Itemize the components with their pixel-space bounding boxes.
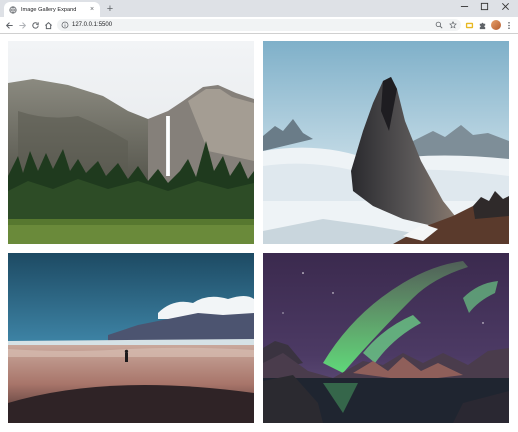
gallery-image-beach[interactable] bbox=[8, 253, 254, 423]
aurora-photo bbox=[263, 253, 509, 423]
minimize-button[interactable] bbox=[454, 0, 474, 12]
back-arrow-icon bbox=[5, 21, 13, 29]
zoom-icon[interactable] bbox=[435, 21, 443, 29]
tab-strip: Image Gallery Expand × + bbox=[0, 0, 518, 17]
gallery-image-aurora[interactable] bbox=[263, 253, 509, 423]
tab-close-button[interactable]: × bbox=[87, 6, 97, 13]
url-input[interactable] bbox=[72, 20, 272, 30]
gallery-image-rock-spire[interactable] bbox=[263, 41, 509, 244]
extension-icon[interactable] bbox=[465, 21, 474, 30]
forward-button[interactable] bbox=[17, 20, 27, 30]
tab-title: Image Gallery Expand bbox=[21, 6, 77, 13]
maximize-icon bbox=[480, 2, 488, 10]
close-window-button[interactable] bbox=[495, 0, 515, 12]
site-info-icon[interactable] bbox=[61, 21, 69, 29]
home-button[interactable] bbox=[43, 20, 53, 30]
bookmark-star-icon[interactable] bbox=[449, 21, 457, 29]
kebab-menu-icon[interactable] bbox=[506, 21, 512, 30]
home-icon bbox=[44, 21, 52, 29]
maximize-button[interactable] bbox=[474, 0, 494, 12]
new-tab-button[interactable]: + bbox=[104, 3, 116, 15]
reload-icon bbox=[31, 21, 39, 29]
back-button[interactable] bbox=[4, 20, 14, 30]
reload-button[interactable] bbox=[30, 20, 40, 30]
globe-favicon-icon bbox=[9, 5, 17, 14]
beach-photo bbox=[8, 253, 254, 423]
browser-toolbar bbox=[0, 17, 518, 34]
minimize-icon bbox=[460, 5, 468, 7]
close-icon bbox=[501, 2, 509, 10]
waterfall-valley-photo bbox=[8, 41, 254, 244]
browser-tab[interactable]: Image Gallery Expand × bbox=[4, 2, 100, 17]
address-bar[interactable] bbox=[57, 19, 461, 31]
forward-arrow-icon bbox=[18, 21, 26, 29]
puzzle-icon[interactable] bbox=[478, 21, 487, 30]
gallery-image-waterfall-valley[interactable] bbox=[8, 41, 254, 244]
image-gallery bbox=[0, 34, 518, 432]
rock-spire-photo bbox=[263, 41, 509, 244]
avatar[interactable] bbox=[491, 20, 501, 30]
